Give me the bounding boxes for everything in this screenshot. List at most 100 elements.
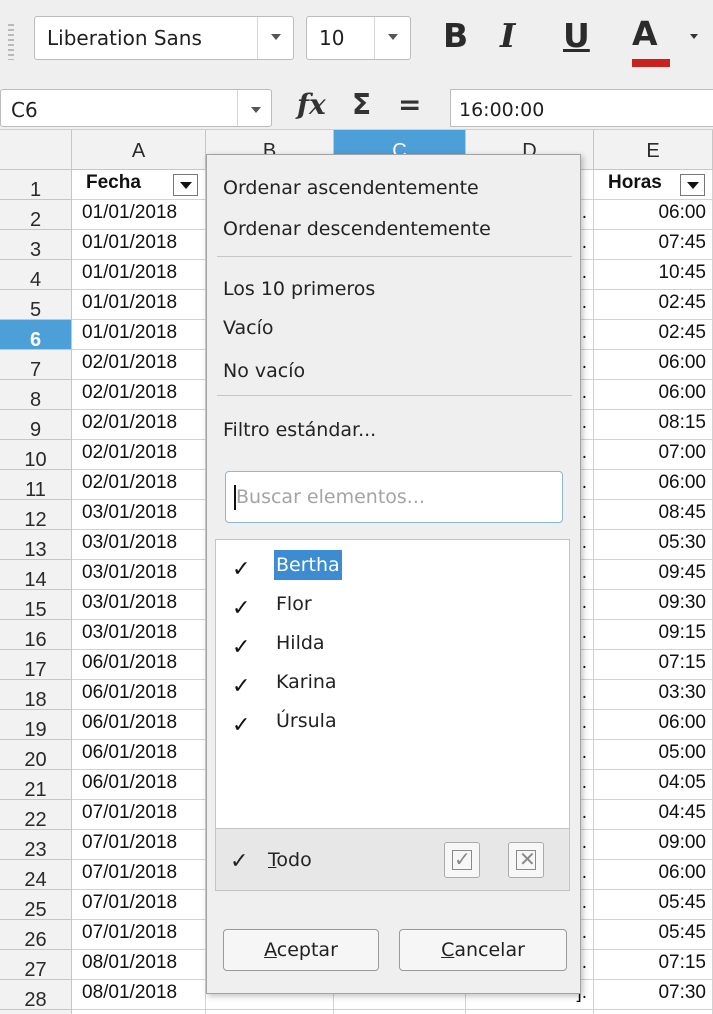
cell-a7[interactable]: 02/01/2018 bbox=[72, 350, 206, 380]
filter-list-item[interactable]: ✓ Flor bbox=[230, 587, 550, 623]
row-header[interactable]: 2 bbox=[0, 200, 72, 230]
row-header[interactable]: 13 bbox=[0, 530, 72, 560]
row-header[interactable]: 8 bbox=[0, 380, 72, 410]
cell-a17[interactable]: 06/01/2018 bbox=[72, 650, 206, 680]
row-header[interactable]: 23 bbox=[0, 830, 72, 860]
select-all-label[interactable]: Todo bbox=[268, 849, 312, 871]
cell-e10[interactable]: 07:00 bbox=[594, 440, 713, 470]
cell-a4[interactable]: 01/01/2018 bbox=[72, 260, 206, 290]
row-header[interactable]: 1 bbox=[0, 170, 72, 200]
formula-input[interactable]: 16:00:00 bbox=[450, 89, 713, 127]
row-header[interactable]: 4 bbox=[0, 260, 72, 290]
row-header[interactable]: 16 bbox=[0, 620, 72, 650]
row-header[interactable]: 5 bbox=[0, 290, 72, 320]
cell-a26[interactable]: 07/01/2018 bbox=[72, 920, 206, 950]
item-checkbox[interactable]: ✓ bbox=[232, 713, 250, 738]
cell-a13[interactable]: 03/01/2018 bbox=[72, 530, 206, 560]
filter-list-item[interactable]: ✓ Bertha bbox=[230, 548, 550, 584]
cell-a1[interactable]: Fecha bbox=[72, 170, 206, 200]
row-header[interactable]: 27 bbox=[0, 950, 72, 980]
standard-filter-item[interactable]: Filtro estándar... bbox=[223, 419, 376, 441]
row-header[interactable]: 11 bbox=[0, 470, 72, 500]
cell-a29[interactable]: 08/01/2018 bbox=[72, 1010, 206, 1014]
autofilter-dropdown-button[interactable] bbox=[680, 174, 705, 196]
cell-e24[interactable]: 06:00 bbox=[594, 860, 713, 890]
filter-list-item[interactable]: ✓ Hilda bbox=[230, 626, 550, 662]
cell-e11[interactable]: 06:00 bbox=[594, 470, 713, 500]
filter-list-item[interactable]: ✓ Úrsula bbox=[230, 704, 550, 740]
function-wizard-icon[interactable]: fx bbox=[297, 88, 326, 121]
chevron-down-icon[interactable] bbox=[374, 17, 410, 59]
underline-button[interactable]: U bbox=[563, 16, 590, 55]
formula-icon[interactable]: = bbox=[398, 88, 421, 121]
cell-a25[interactable]: 07/01/2018 bbox=[72, 890, 206, 920]
cell-a18[interactable]: 06/01/2018 bbox=[72, 680, 206, 710]
cell-a11[interactable]: 02/01/2018 bbox=[72, 470, 206, 500]
cell-e2[interactable]: 06:00 bbox=[594, 200, 713, 230]
cell-a21[interactable]: 06/01/2018 bbox=[72, 770, 206, 800]
cell-a16[interactable]: 03/01/2018 bbox=[72, 620, 206, 650]
name-box[interactable]: C6 bbox=[0, 89, 272, 127]
ok-button[interactable]: Aceptar bbox=[223, 929, 379, 971]
row-header[interactable]: 6 bbox=[0, 320, 72, 350]
filter-list-item[interactable]: ✓ Karina bbox=[230, 665, 550, 701]
cell-e9[interactable]: 08:15 bbox=[594, 410, 713, 440]
sort-ascending-item[interactable]: Ordenar ascendentemente bbox=[223, 177, 479, 199]
cell-a19[interactable]: 06/01/2018 bbox=[72, 710, 206, 740]
item-checkbox[interactable]: ✓ bbox=[232, 557, 250, 582]
cell-e16[interactable]: 09:15 bbox=[594, 620, 713, 650]
row-header[interactable]: 29 bbox=[0, 1010, 72, 1014]
row-header[interactable]: 10 bbox=[0, 440, 72, 470]
row-header[interactable]: 26 bbox=[0, 920, 72, 950]
chevron-down-icon[interactable] bbox=[690, 34, 698, 39]
cell-e12[interactable]: 08:45 bbox=[594, 500, 713, 530]
row-header[interactable]: 22 bbox=[0, 800, 72, 830]
cell-e26[interactable]: 05:45 bbox=[594, 920, 713, 950]
cell-e15[interactable]: 09:30 bbox=[594, 590, 713, 620]
cell-e8[interactable]: 06:00 bbox=[594, 380, 713, 410]
cell-e25[interactable]: 05:45 bbox=[594, 890, 713, 920]
row-header[interactable]: 17 bbox=[0, 650, 72, 680]
cell-b29[interactable]: Hilda bbox=[206, 1010, 334, 1014]
autofilter-dropdown-button[interactable] bbox=[173, 174, 198, 196]
cell-e18[interactable]: 03:30 bbox=[594, 680, 713, 710]
cell-a23[interactable]: 07/01/2018 bbox=[72, 830, 206, 860]
cell-c29[interactable]: 02:15 p.m. bbox=[334, 1010, 466, 1014]
cell-a28[interactable]: 08/01/2018 bbox=[72, 980, 206, 1010]
cell-d29[interactable]: 07:00 p.m. bbox=[466, 1010, 594, 1014]
row-header[interactable]: 7 bbox=[0, 350, 72, 380]
cell-e3[interactable]: 07:45 bbox=[594, 230, 713, 260]
cell-a20[interactable]: 06/01/2018 bbox=[72, 740, 206, 770]
row-header[interactable]: 21 bbox=[0, 770, 72, 800]
filter-item-list[interactable]: ✓ Bertha ✓ Flor ✓ Hilda ✓ Karina ✓ Úrsula bbox=[215, 539, 570, 829]
row-header[interactable]: 9 bbox=[0, 410, 72, 440]
select-all-checkbox[interactable]: ✓ bbox=[230, 849, 248, 874]
search-input[interactable] bbox=[236, 480, 556, 514]
column-header-a[interactable]: A bbox=[72, 130, 206, 170]
top10-item[interactable]: Los 10 primeros bbox=[223, 278, 375, 300]
cell-e27[interactable]: 07:15 bbox=[594, 950, 713, 980]
row-header[interactable]: 14 bbox=[0, 560, 72, 590]
sum-icon[interactable]: Σ bbox=[352, 88, 371, 121]
chevron-down-icon[interactable] bbox=[257, 17, 293, 59]
cell-a14[interactable]: 03/01/2018 bbox=[72, 560, 206, 590]
bold-button[interactable]: B bbox=[443, 16, 468, 55]
item-checkbox[interactable]: ✓ bbox=[232, 674, 250, 699]
cell-e4[interactable]: 10:45 bbox=[594, 260, 713, 290]
cell-e29[interactable]: 04:45 bbox=[594, 1010, 713, 1014]
font-size-combo[interactable]: 10 bbox=[306, 16, 411, 60]
select-all-corner[interactable] bbox=[0, 130, 72, 170]
cell-e17[interactable]: 07:15 bbox=[594, 650, 713, 680]
not-empty-item[interactable]: No vacío bbox=[223, 360, 305, 382]
cell-a6[interactable]: 01/01/2018 bbox=[72, 320, 206, 350]
italic-button[interactable]: I bbox=[500, 16, 515, 55]
column-header-e[interactable]: E bbox=[594, 130, 713, 170]
row-header[interactable]: 3 bbox=[0, 230, 72, 260]
cell-e14[interactable]: 09:45 bbox=[594, 560, 713, 590]
row-header[interactable]: 20 bbox=[0, 740, 72, 770]
cell-e1[interactable]: Horas bbox=[594, 170, 713, 200]
cell-e5[interactable]: 02:45 bbox=[594, 290, 713, 320]
cell-a9[interactable]: 02/01/2018 bbox=[72, 410, 206, 440]
cancel-button[interactable]: Cancelar bbox=[399, 929, 567, 971]
row-header[interactable]: 28 bbox=[0, 980, 72, 1010]
